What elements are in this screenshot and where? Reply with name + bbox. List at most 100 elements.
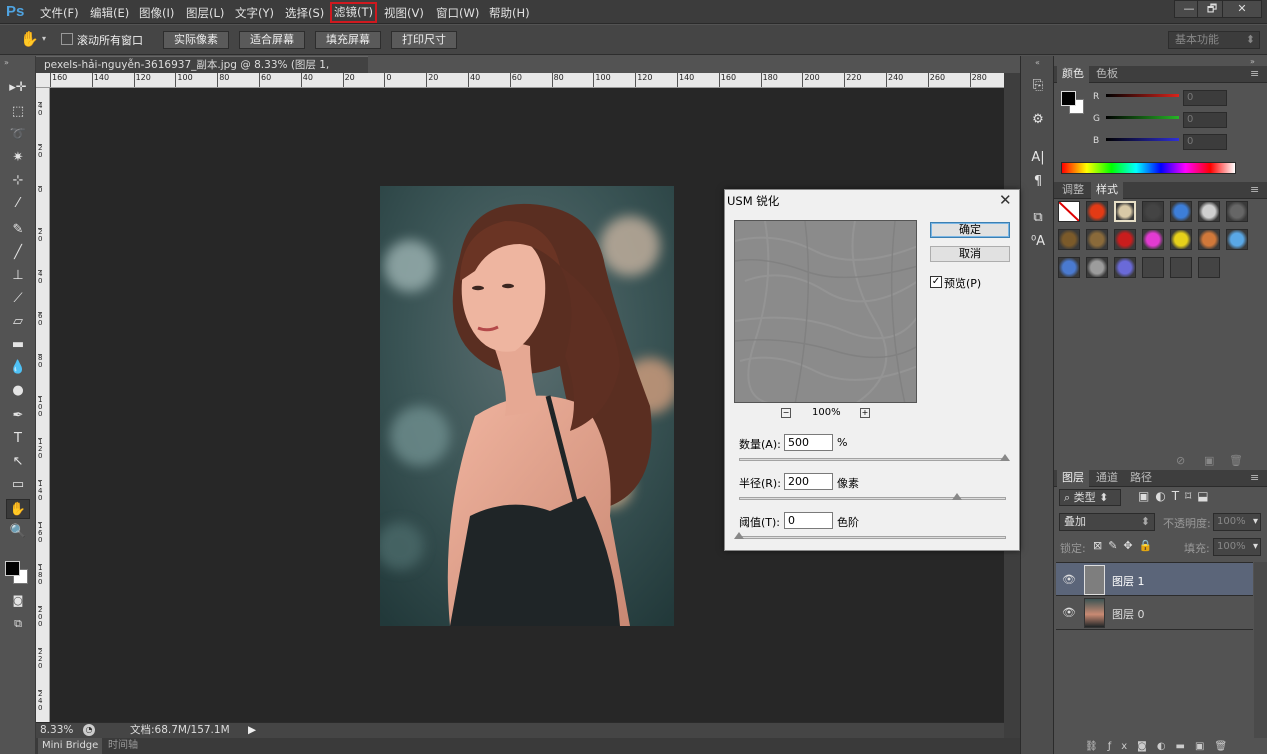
pen-tool-icon[interactable]: ✒ (6, 406, 30, 426)
visibility-eye-icon[interactable]: 👁 (1062, 573, 1076, 586)
marquee-tool-icon[interactable]: ⬚ (6, 102, 30, 122)
style-swatch[interactable] (1198, 257, 1220, 278)
menu-view[interactable]: 视图(V) (384, 5, 424, 21)
menu-help[interactable]: 帮助(H) (489, 5, 530, 21)
radius-input[interactable]: 200 (784, 473, 833, 490)
style-swatch[interactable] (1142, 257, 1164, 278)
threshold-input[interactable]: 0 (784, 512, 833, 529)
lock-icons[interactable]: ⊠✎✥🔒 (1093, 539, 1158, 552)
menu-type[interactable]: 文字(Y) (235, 5, 274, 21)
threshold-slider[interactable] (739, 536, 1006, 539)
actual-pixels-button[interactable]: 实际像素 (163, 31, 229, 49)
path-selection-tool-icon[interactable]: ↖ (6, 452, 30, 472)
preview-window[interactable] (734, 220, 917, 403)
character-panel-icon[interactable]: A| (1028, 148, 1048, 168)
cancel-button[interactable]: 取消 (930, 246, 1010, 262)
menu-file[interactable]: 文件(F) (40, 5, 79, 21)
style-swatch[interactable] (1058, 229, 1080, 250)
style-swatch[interactable] (1170, 229, 1192, 250)
menu-window[interactable]: 窗口(W) (436, 5, 479, 21)
blur-tool-icon[interactable]: 💧 (6, 358, 30, 378)
style-swatch[interactable] (1114, 257, 1136, 278)
clear-style-icon[interactable]: ⊘ (1176, 454, 1185, 467)
visibility-eye-icon[interactable]: 👁 (1062, 606, 1076, 619)
type-tool-icon[interactable]: T (6, 429, 30, 449)
preview-checkbox[interactable]: ✓ (930, 276, 942, 288)
print-size-button[interactable]: 打印尺寸 (391, 31, 457, 49)
delete-style-icon[interactable]: 🗑 (1229, 454, 1243, 467)
properties-panel-icon[interactable]: ⚙ (1028, 110, 1048, 130)
close-window-button[interactable]: ✕ (1222, 0, 1262, 18)
zoom-in-button[interactable]: + (860, 408, 870, 418)
threshold-slider-thumb[interactable] (734, 532, 744, 539)
radius-slider[interactable] (739, 497, 1006, 500)
zoom-out-button[interactable]: − (781, 408, 791, 418)
style-swatch[interactable] (1114, 229, 1136, 250)
tab-paths[interactable]: 路径 (1125, 470, 1157, 487)
layer-0-name[interactable]: 图层 0 (1112, 606, 1145, 622)
channel-g-slider[interactable] (1106, 116, 1179, 119)
menu-select[interactable]: 选择(S) (285, 5, 324, 21)
zoom-level[interactable]: 8.33% (40, 723, 73, 738)
ok-button[interactable]: 确定 (930, 222, 1010, 238)
eyedropper-tool-icon[interactable]: ⁄ (6, 194, 30, 214)
scroll-all-windows-checkbox[interactable] (61, 33, 73, 45)
history-panel-icon[interactable]: ⎘ (1028, 76, 1048, 96)
quick-mask-icon[interactable]: ◙ (6, 591, 30, 611)
amount-slider-thumb[interactable] (1000, 454, 1010, 461)
style-swatch[interactable] (1226, 229, 1248, 250)
tab-channels[interactable]: 通道 (1091, 470, 1123, 487)
style-swatch[interactable] (1142, 229, 1164, 250)
opacity-field[interactable]: 100% ▾ (1213, 513, 1261, 531)
new-style-icon[interactable]: ▣ (1204, 454, 1214, 467)
fill-screen-button[interactable]: 填充屏幕 (315, 31, 381, 49)
style-swatch[interactable] (1058, 201, 1080, 222)
dodge-tool-icon[interactable]: ● (6, 381, 30, 401)
gradient-tool-icon[interactable]: ▬ (6, 335, 30, 355)
style-swatch[interactable] (1142, 201, 1164, 222)
rectangle-tool-icon[interactable]: ▭ (6, 475, 30, 495)
style-swatch[interactable] (1114, 201, 1136, 222)
move-tool-icon[interactable]: ▸✛ (6, 78, 30, 98)
style-swatch[interactable] (1086, 229, 1108, 250)
channel-r-slider[interactable] (1106, 94, 1179, 97)
workspace-select[interactable]: 基本功能 ⬍ (1168, 31, 1260, 49)
eraser-tool-icon[interactable]: ▱ (6, 312, 30, 332)
history-brush-tool-icon[interactable]: ⟋ (6, 289, 30, 309)
fit-screen-button[interactable]: 适合屏幕 (239, 31, 305, 49)
tab-timeline[interactable]: 时间轴 (104, 738, 142, 754)
amount-input[interactable]: 500 (784, 434, 833, 451)
status-menu-arrow-icon[interactable]: ▶ (248, 723, 260, 738)
character-styles-icon[interactable]: ⁰A (1028, 232, 1048, 252)
layers-scrollbar[interactable] (1254, 562, 1267, 738)
layer-row-1[interactable]: 👁 图层 1 (1056, 562, 1253, 596)
channel-b-value[interactable]: 0 (1183, 134, 1227, 150)
tab-layers[interactable]: 图层 (1057, 470, 1089, 487)
tab-adjustments[interactable]: 调整 (1057, 182, 1089, 199)
document-image[interactable] (380, 186, 674, 626)
tab-color[interactable]: 颜色 (1057, 66, 1089, 83)
radius-slider-thumb[interactable] (952, 493, 962, 500)
channel-b-slider[interactable] (1106, 138, 1179, 141)
style-swatch[interactable] (1058, 257, 1080, 278)
fill-field[interactable]: 100% ▾ (1213, 538, 1261, 556)
tab-mini-bridge[interactable]: Mini Bridge (38, 738, 103, 754)
clone-stamp-tool-icon[interactable]: ⊥ (6, 266, 30, 286)
tool-preset-chevron-icon[interactable]: ▾ (42, 34, 46, 43)
style-swatch[interactable] (1198, 229, 1220, 250)
layer-filter-icons[interactable]: ▣◐T⌑⬓ (1138, 489, 1215, 503)
layer-row-0[interactable]: 👁 图层 0 (1056, 596, 1253, 630)
zoom-tool-icon[interactable]: 🔍 (6, 522, 30, 542)
menu-image[interactable]: 图像(I) (139, 5, 174, 21)
dialog-close-icon[interactable]: ✕ (999, 191, 1012, 209)
blend-mode-select[interactable]: 叠加 ⬍ (1059, 513, 1155, 531)
magic-wand-tool-icon[interactable]: ✷ (6, 148, 30, 168)
hand-tool-icon[interactable]: ✋ (20, 30, 39, 48)
color-spectrum-ramp[interactable] (1061, 162, 1236, 174)
tab-styles[interactable]: 样式 (1091, 182, 1123, 199)
channel-g-value[interactable]: 0 (1183, 112, 1227, 128)
channel-r-value[interactable]: 0 (1183, 90, 1227, 106)
panels-collapse-icon[interactable]: » (1250, 57, 1255, 66)
style-swatch[interactable] (1170, 257, 1192, 278)
brush-tool-icon[interactable]: ╱ (6, 243, 30, 263)
